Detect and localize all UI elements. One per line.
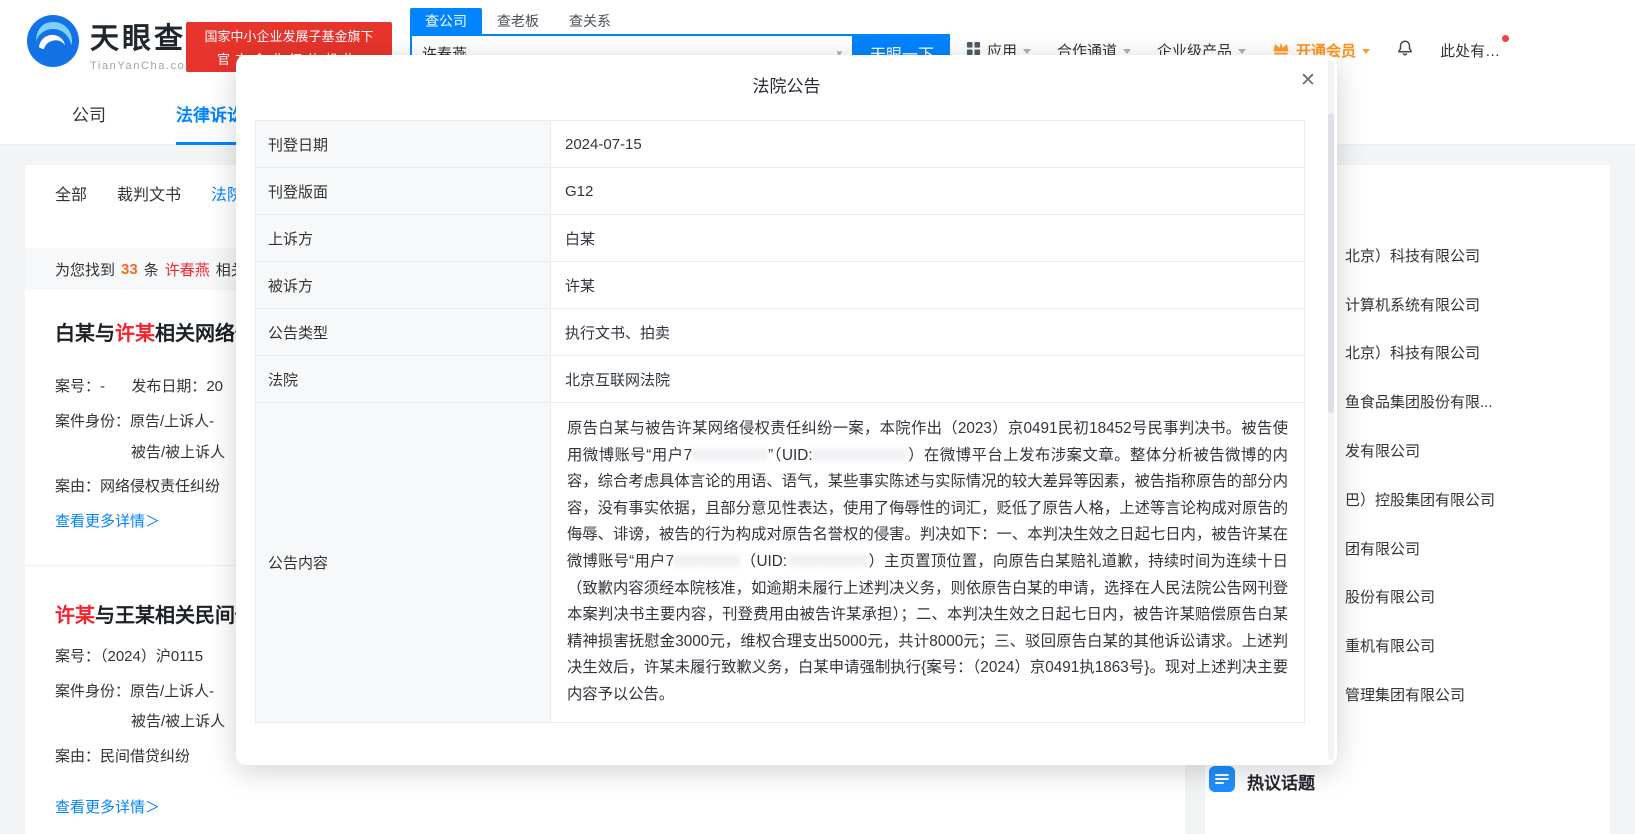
row-value: 执行文书、拍卖: [550, 308, 1305, 356]
search-tab-company[interactable]: 查公司: [410, 8, 482, 34]
close-icon[interactable]: ✕: [1293, 65, 1323, 95]
case-number: 案号：-: [55, 378, 105, 395]
table-row: 公告类型 执行文书、拍卖: [255, 308, 1305, 356]
row-label: 公告类型: [255, 308, 551, 356]
table-row: 法院 北京互联网法院: [255, 355, 1305, 403]
subtab-judgments[interactable]: 裁判文书: [117, 181, 181, 205]
view-more-link[interactable]: 查看更多详情＞: [55, 510, 160, 531]
search-tab-relation[interactable]: 查关系: [554, 8, 626, 34]
announcement-content: 原告白某与被告许某网络侵权责任纠纷一案，本院作出（2023）京0491民初184…: [550, 402, 1305, 723]
search-tabs: 查公司 查老板 查关系: [410, 8, 950, 34]
case-identity-2: 被告/被上诉人: [131, 444, 226, 461]
redacted-text: 00000000: [692, 446, 769, 464]
chevron-down-icon: [1238, 48, 1247, 54]
result-count: 33: [121, 260, 138, 278]
case-identity: 案件身份：原告/上诉人-: [55, 413, 215, 430]
chevron-down-icon: [1362, 48, 1371, 54]
chevron-down-icon: [1123, 48, 1132, 54]
case-publish-date: 发布日期：20: [131, 378, 224, 395]
row-label: 法院: [255, 355, 551, 403]
content-text: ”（UID:: [768, 446, 813, 464]
content-label: 公告内容: [255, 402, 551, 723]
modal-scrollbar-thumb[interactable]: [1328, 113, 1334, 413]
content-text: ）在微博平台上发布涉案文章。整体分析被告微博的内容，综合考虑具体言论的用语、语气…: [567, 446, 1288, 570]
hot-topics-title: 热议话题: [1247, 774, 1315, 793]
result-keyword: 许春燕: [164, 261, 210, 279]
subtab-all[interactable]: 全部: [55, 181, 87, 205]
case-identity-2: 被告/被上诉人: [131, 713, 226, 730]
table-row: 刊登日期 2024-07-15: [255, 120, 1305, 168]
row-value: 许某: [550, 261, 1305, 309]
logo-icon: [26, 14, 80, 73]
case-cause: 案由：民间借贷纠纷: [55, 748, 191, 765]
nav-more-label: 此处有…: [1440, 42, 1501, 60]
row-value: 2024-07-15: [550, 120, 1305, 168]
chat-icon: [1209, 766, 1235, 797]
redacted-text: 0000000: [674, 552, 741, 570]
hot-topics-section[interactable]: 热议话题: [1209, 766, 1315, 797]
result-prefix: 为您找到: [55, 261, 116, 279]
chevron-down-icon: [1023, 48, 1032, 54]
announcement-detail-table: 刊登日期 2024-07-15 刊登版面 G12 上诉方 白某 被诉方 许某 公…: [255, 120, 1305, 723]
content-text: ）主页置顶位置，向原告白某赔礼道歉，持续时间为连续十日（致歉内容须经本院核准，如…: [567, 552, 1288, 703]
row-label: 被诉方: [255, 261, 551, 309]
case-meta-line: 案号：- 发布日期：20: [55, 375, 223, 396]
nav-more-notice[interactable]: 此处有…: [1440, 34, 1510, 61]
row-value: 白某: [550, 214, 1305, 262]
row-label: 刊登版面: [255, 167, 551, 215]
table-row: 被诉方 许某: [255, 261, 1305, 309]
case-title-part: 白某与: [55, 323, 115, 345]
case-title-highlight: 许某: [115, 323, 155, 345]
bell-icon: [1396, 38, 1414, 62]
tab-company[interactable]: 公司: [72, 85, 106, 145]
case-cause: 案由：网络侵权责任纠纷: [55, 478, 221, 495]
modal-title: 法院公告: [752, 77, 821, 96]
badge-line1: 国家中小企业发展子基金旗下: [204, 29, 374, 44]
redacted-text: /00000000: [787, 552, 869, 570]
table-row: 公告内容 原告白某与被告许某网络侵权责任纠纷一案，本院作出（2023）京0491…: [255, 402, 1305, 723]
case-title-highlight: 许某: [55, 605, 95, 627]
table-row: 上诉方 白某: [255, 214, 1305, 262]
logo-title: 天眼查: [90, 23, 187, 55]
row-label: 上诉方: [255, 214, 551, 262]
search-tab-boss[interactable]: 查老板: [482, 8, 554, 34]
logo-subtitle: TianYanCha.com: [90, 60, 197, 72]
row-value: G12: [550, 167, 1305, 215]
redacted-text: 0000000000: [812, 446, 908, 464]
row-value: 北京互联网法院: [550, 355, 1305, 403]
court-announcement-modal: 法院公告 ✕ 刊登日期 2024-07-15 刊登版面 G12 上诉方 白某 被…: [236, 55, 1337, 765]
case-number: 案号：（2024）沪0115: [55, 648, 204, 665]
content-text: （UID:: [740, 552, 788, 570]
notification-dot: [1502, 34, 1510, 42]
case-identity: 案件身份：原告/上诉人-: [55, 683, 215, 700]
result-unit: 条: [143, 261, 159, 279]
tianyancha-logo[interactable]: 天眼查 TianYanCha.com: [26, 14, 196, 73]
row-label: 刊登日期: [255, 120, 551, 168]
view-more-link[interactable]: 查看更多详情＞: [55, 796, 160, 817]
tab-lawsuit[interactable]: 法律诉讼: [176, 85, 244, 145]
notification-bell[interactable]: [1396, 38, 1414, 62]
table-row: 刊登版面 G12: [255, 167, 1305, 215]
